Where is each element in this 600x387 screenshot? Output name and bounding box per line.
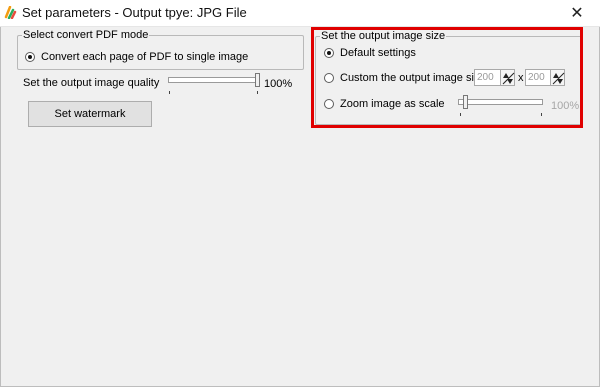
custom-size-label: Custom the output image size	[340, 72, 486, 84]
size-times-separator: x	[518, 72, 524, 84]
zoom-tick-min	[460, 113, 461, 116]
zoom-tick-max	[541, 113, 542, 116]
quality-label: Set the output image quality	[23, 77, 160, 89]
zoom-scale-label: Zoom image as scale	[340, 98, 445, 110]
height-input[interactable]: 200	[525, 69, 551, 86]
close-icon: ✕	[570, 5, 584, 22]
convert-each-page-label: Convert each page of PDF to single image	[41, 51, 249, 63]
quality-slider-track[interactable]	[168, 77, 258, 83]
zoom-slider-thumb[interactable]	[462, 95, 468, 109]
radio-checked-icon	[25, 52, 35, 62]
width-input[interactable]: 200	[474, 69, 501, 86]
default-settings-radio[interactable]: Default settings	[324, 47, 416, 59]
quality-value: 100%	[264, 78, 293, 90]
set-watermark-button[interactable]: Set watermark	[28, 101, 152, 127]
default-settings-label: Default settings	[340, 47, 416, 59]
spinner-arrows-icon	[552, 72, 565, 85]
convert-each-page-radio[interactable]: Convert each page of PDF to single image	[25, 51, 248, 63]
quality-slider-thumb[interactable]	[255, 73, 260, 87]
dialog-body: Select convert PDF mode Convert each pag…	[0, 27, 600, 387]
spinner-arrows-icon	[502, 72, 515, 85]
zoom-slider-track[interactable]	[458, 99, 543, 105]
set-watermark-label: Set watermark	[54, 108, 126, 120]
app-logo-icon	[4, 6, 17, 19]
close-button[interactable]: ✕	[554, 0, 600, 26]
output-size-legend: Set the output image size	[321, 30, 446, 42]
zoom-value: 100%	[551, 100, 580, 112]
quality-tick-max	[257, 91, 258, 94]
radio-unchecked-icon	[324, 99, 334, 109]
custom-size-radio[interactable]: Custom the output image size	[324, 72, 486, 84]
height-spinner[interactable]	[550, 69, 565, 86]
convert-mode-legend: Select convert PDF mode	[23, 29, 149, 41]
width-spinner[interactable]	[500, 69, 515, 86]
title-bar: Set parameters - Output tpye: JPG File ✕	[0, 0, 600, 27]
radio-unchecked-icon	[324, 73, 334, 83]
convert-mode-group: Select convert PDF mode	[17, 30, 304, 70]
quality-tick-min	[169, 91, 170, 94]
window-title: Set parameters - Output tpye: JPG File	[22, 5, 247, 20]
radio-checked-icon	[324, 48, 334, 58]
zoom-scale-radio[interactable]: Zoom image as scale	[324, 98, 445, 110]
